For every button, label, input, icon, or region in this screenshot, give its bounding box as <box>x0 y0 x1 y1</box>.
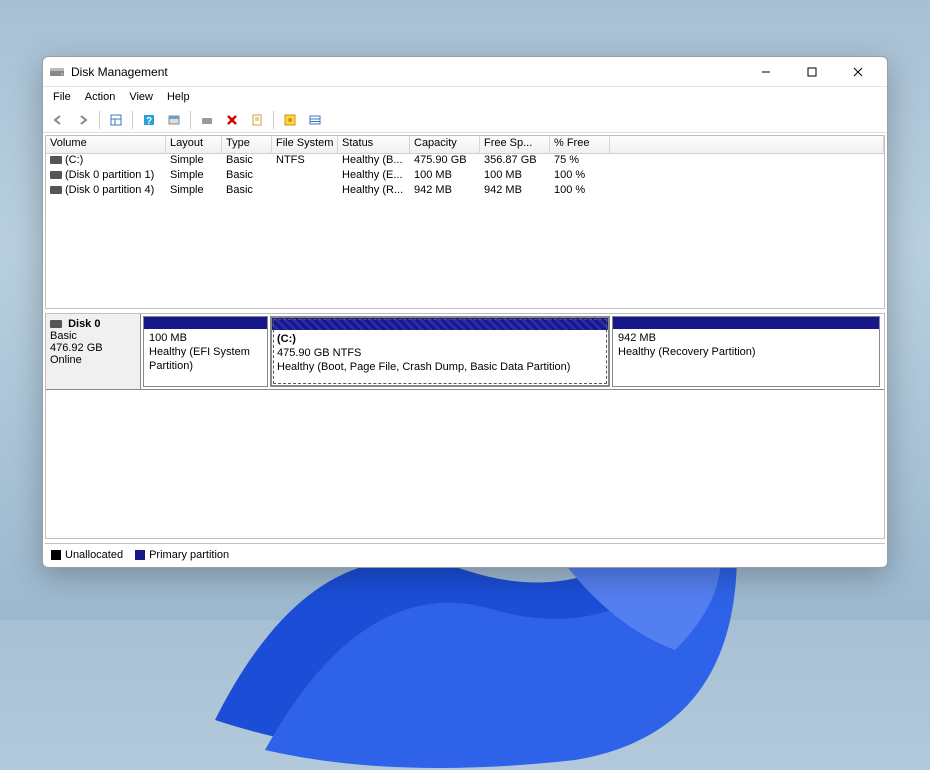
titlebar[interactable]: Disk Management <box>43 57 887 87</box>
partition[interactable]: (C:)475.90 GB NTFSHealthy (Boot, Page Fi… <box>270 316 610 387</box>
show-hide-tree-button[interactable] <box>105 109 127 131</box>
disk-info[interactable]: Disk 0 Basic 476.92 GB Online <box>46 314 141 389</box>
volume-list-header: Volume Layout Type File System Status Ca… <box>46 136 884 154</box>
legend-unallocated: Unallocated <box>51 549 123 561</box>
toolbar: ? <box>43 107 887 133</box>
graphical-view: Disk 0 Basic 476.92 GB Online 100 MBHeal… <box>45 313 885 539</box>
rescan-button[interactable] <box>196 109 218 131</box>
disk-status: Online <box>50 354 82 366</box>
disk-name: Disk 0 <box>68 318 100 330</box>
maximize-button[interactable] <box>789 57 835 87</box>
col-filesystem[interactable]: File System <box>272 136 338 153</box>
volume-row[interactable]: (Disk 0 partition 4)SimpleBasicHealthy (… <box>46 184 884 199</box>
app-icon <box>49 64 65 80</box>
refresh-button[interactable] <box>163 109 185 131</box>
menubar: File Action View Help <box>43 87 887 107</box>
disk-management-window: Disk Management File Action View Help ? … <box>42 56 888 568</box>
disk-row[interactable]: Disk 0 Basic 476.92 GB Online 100 MBHeal… <box>46 314 884 390</box>
list-button[interactable] <box>304 109 326 131</box>
menu-help[interactable]: Help <box>161 89 196 105</box>
col-pctfree[interactable]: % Free <box>550 136 610 153</box>
col-spacer <box>610 136 884 153</box>
svg-text:?: ? <box>146 116 152 127</box>
menu-view[interactable]: View <box>123 89 159 105</box>
partition-map: 100 MBHealthy (EFI System Partition)(C:)… <box>141 314 884 389</box>
disk-size: 476.92 GB <box>50 342 103 354</box>
disk-icon <box>50 320 62 328</box>
col-status[interactable]: Status <box>338 136 410 153</box>
col-type[interactable]: Type <box>222 136 272 153</box>
forward-button[interactable] <box>72 109 94 131</box>
close-button[interactable] <box>835 57 881 87</box>
minimize-button[interactable] <box>743 57 789 87</box>
legend-primary: Primary partition <box>135 549 229 561</box>
back-button[interactable] <box>47 109 69 131</box>
graphical-empty <box>46 390 884 538</box>
col-free[interactable]: Free Sp... <box>480 136 550 153</box>
menu-file[interactable]: File <box>47 89 77 105</box>
properties-button[interactable] <box>246 109 268 131</box>
window-title: Disk Management <box>71 65 743 79</box>
col-volume[interactable]: Volume <box>46 136 166 153</box>
menu-action[interactable]: Action <box>79 89 122 105</box>
settings-button[interactable] <box>279 109 301 131</box>
help-button[interactable]: ? <box>138 109 160 131</box>
col-capacity[interactable]: Capacity <box>410 136 480 153</box>
partition[interactable]: 100 MBHealthy (EFI System Partition) <box>143 316 268 387</box>
volume-row[interactable]: (Disk 0 partition 1)SimpleBasicHealthy (… <box>46 169 884 184</box>
col-layout[interactable]: Layout <box>166 136 222 153</box>
legend: Unallocated Primary partition <box>45 543 885 565</box>
partition[interactable]: 942 MBHealthy (Recovery Partition) <box>612 316 880 387</box>
delete-button[interactable] <box>221 109 243 131</box>
disk-type: Basic <box>50 330 77 342</box>
volume-list: Volume Layout Type File System Status Ca… <box>45 135 885 309</box>
volume-row[interactable]: (C:)SimpleBasicNTFSHealthy (B...475.90 G… <box>46 154 884 169</box>
volume-list-body: (C:)SimpleBasicNTFSHealthy (B...475.90 G… <box>46 154 884 199</box>
